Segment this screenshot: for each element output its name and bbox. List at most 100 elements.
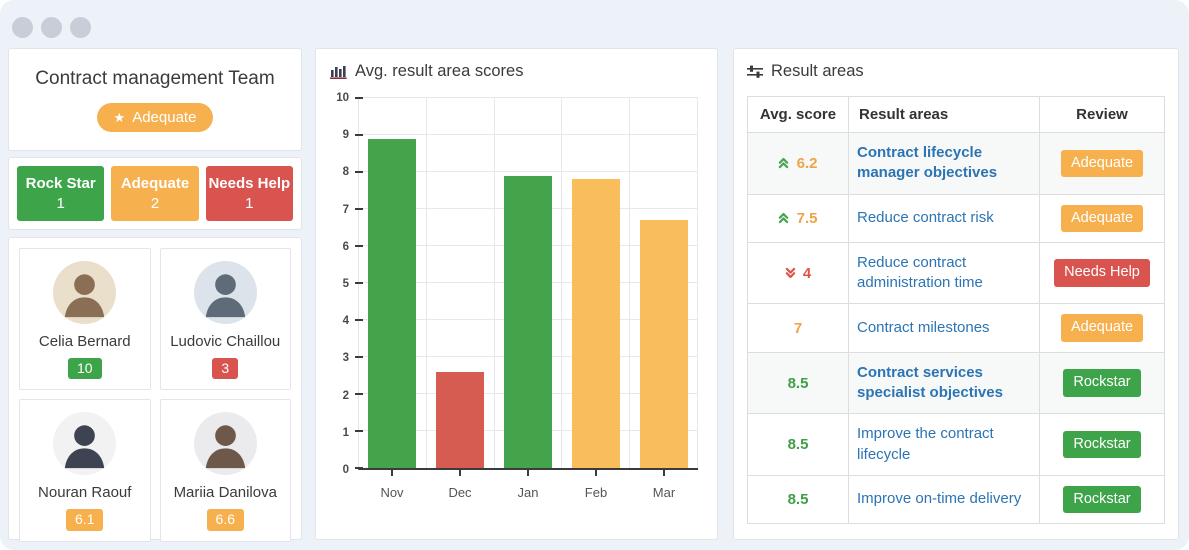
window-controls <box>12 17 91 38</box>
chart-x-axis: Nov Dec Jan Feb Mar <box>358 476 698 500</box>
member-card[interactable]: Ludovic Chaillou 3 <box>159 248 291 391</box>
result-area-row: 7.5 Reduce contract risk Adequate <box>747 193 1165 243</box>
result-area-row: 8.5 Improve the contract lifecycle Rocks… <box>747 413 1165 476</box>
x-axis-label: Nov <box>380 485 404 500</box>
team-members-card: Celia Bernard 10 Ludovic Chaillou 3 Nour… <box>8 237 302 542</box>
stat-count: 1 <box>56 195 65 212</box>
result-areas-table: Avg. score Result areas Review 6.2 Contr… <box>747 96 1165 525</box>
x-axis-label: Feb <box>584 485 608 500</box>
result-area-cell: Improve the contract lifecycle <box>848 413 1040 476</box>
result-area-row: 6.2 Contract lifecycle manager objective… <box>747 132 1165 195</box>
avg-score-value: 8.5 <box>787 436 809 454</box>
avatar <box>193 412 257 476</box>
member-card[interactable]: Nouran Raouf 6.1 <box>19 399 151 542</box>
result-area-link[interactable]: Contract services specialist objectives <box>857 363 1031 404</box>
result-area-cell: Contract milestones <box>848 303 1040 353</box>
header-review: Review <box>1039 96 1165 133</box>
review-cell: Needs Help <box>1039 241 1165 305</box>
chart-plot-area <box>355 97 698 476</box>
result-area-link[interactable]: Contract milestones <box>857 318 990 338</box>
avg-score-value: 7 <box>793 319 803 337</box>
chart-column <box>630 98 698 476</box>
chart-bar-mar <box>639 220 688 468</box>
review-cell: Adequate <box>1039 132 1165 195</box>
result-area-row: 8.5 Contract services specialist objecti… <box>747 351 1165 415</box>
chart-column <box>562 98 631 476</box>
x-axis-tick <box>662 469 665 476</box>
chart-panel-title: Avg. result area scores <box>330 62 703 81</box>
result-area-link[interactable]: Improve the contract lifecycle <box>857 424 1031 465</box>
result-area-link[interactable]: Contract lifecycle manager objectives <box>857 143 1031 184</box>
member-score-badge: 3 <box>212 358 239 380</box>
stat-count: 2 <box>150 195 160 212</box>
chart-column <box>495 98 563 476</box>
member-card[interactable]: Mariia Danilova 6.6 <box>159 399 291 542</box>
result-area-link[interactable]: Improve on-time delivery <box>857 489 1021 509</box>
avg-score-cell: 6.2 <box>747 132 849 195</box>
y-axis-label: 2 <box>342 389 349 402</box>
avg-score-value: 4 <box>802 264 812 282</box>
review-badge: Needs Help <box>1054 259 1150 287</box>
x-axis-tick <box>526 469 529 476</box>
avg-score-cell: 8.5 <box>747 351 849 415</box>
member-score-badge: 6.1 <box>66 509 104 531</box>
result-area-cell: Contract services specialist objectives <box>848 351 1040 415</box>
avg-score-cell: 7 <box>747 303 849 353</box>
y-axis-label: 7 <box>342 203 349 216</box>
app-window: Contract management Team ★ Adequate Rock… <box>0 0 1189 550</box>
member-score-badge: 10 <box>67 358 102 380</box>
y-axis-label: 5 <box>342 278 349 290</box>
review-badge: Rockstar <box>1063 369 1141 397</box>
x-axis-tick <box>594 469 597 476</box>
window-control-dot[interactable] <box>70 17 91 38</box>
sliders-icon <box>747 65 763 78</box>
result-area-link[interactable]: Reduce contract administration time <box>857 253 1031 294</box>
team-stats-card: Rock Star 1 Adequate 2 Needs Help 1 <box>8 157 302 230</box>
chart-column <box>359 98 427 476</box>
team-status-stat: Rock Star 1 <box>17 166 105 221</box>
result-area-cell: Reduce contract administration time <box>848 241 1040 305</box>
x-axis-tick <box>459 469 462 476</box>
result-area-link[interactable]: Reduce contract risk <box>857 208 994 228</box>
result-area-row: 4 Reduce contract administration time Ne… <box>747 241 1165 305</box>
star-icon: ★ <box>113 110 126 125</box>
bar-chart-icon <box>330 66 347 79</box>
y-axis-label: 10 <box>336 92 349 104</box>
y-axis-label: 6 <box>342 240 349 253</box>
x-axis-label: Jan <box>517 485 539 500</box>
avatar <box>193 261 257 324</box>
x-axis-label: Dec <box>448 485 472 500</box>
person-silhouette-icon <box>193 261 257 324</box>
review-badge: Adequate <box>1060 314 1144 342</box>
window-control-dot[interactable] <box>41 17 62 38</box>
member-name: Nouran Raouf <box>38 484 132 502</box>
team-title: Contract management Team <box>35 68 275 89</box>
avg-score-cell: 7.5 <box>747 193 849 243</box>
member-name: Celia Bernard <box>38 333 131 350</box>
trend-icon <box>785 265 796 282</box>
team-rating-label: Adequate <box>132 109 197 126</box>
avatar <box>53 412 117 476</box>
avg-score-value: 8.5 <box>787 374 809 392</box>
review-cell: Adequate <box>1039 193 1165 243</box>
x-axis-tick <box>391 469 394 476</box>
window-control-dot[interactable] <box>12 17 33 38</box>
result-area-cell: Reduce contract risk <box>848 193 1040 243</box>
avg-score-value: 7.5 <box>796 209 818 227</box>
review-cell: Rockstar <box>1039 351 1165 415</box>
bar-chart: 0 1 2 3 4 5 6 7 8 9 10 Nov Dec Jan Feb Mar <box>330 92 703 500</box>
review-cell: Rockstar <box>1039 413 1165 476</box>
chart-y-axis: 0 1 2 3 4 5 6 7 8 9 10 <box>330 92 358 476</box>
trend-icon <box>778 210 789 227</box>
review-badge: Rockstar <box>1063 430 1141 459</box>
team-status-stat: Adequate 2 <box>111 166 199 221</box>
avg-score-cell: 8.5 <box>747 413 849 476</box>
avg-score-value: 8.5 <box>787 490 809 508</box>
team-status-stat: Needs Help 1 <box>205 166 293 221</box>
member-card[interactable]: Celia Bernard 10 <box>19 248 151 391</box>
table-header-row: Avg. score Result areas Review <box>747 96 1165 133</box>
review-badge: Adequate <box>1060 204 1144 232</box>
avg-score-cell: 4 <box>747 241 849 305</box>
review-cell: Adequate <box>1039 303 1165 353</box>
result-area-cell: Contract lifecycle manager objectives <box>848 132 1040 195</box>
